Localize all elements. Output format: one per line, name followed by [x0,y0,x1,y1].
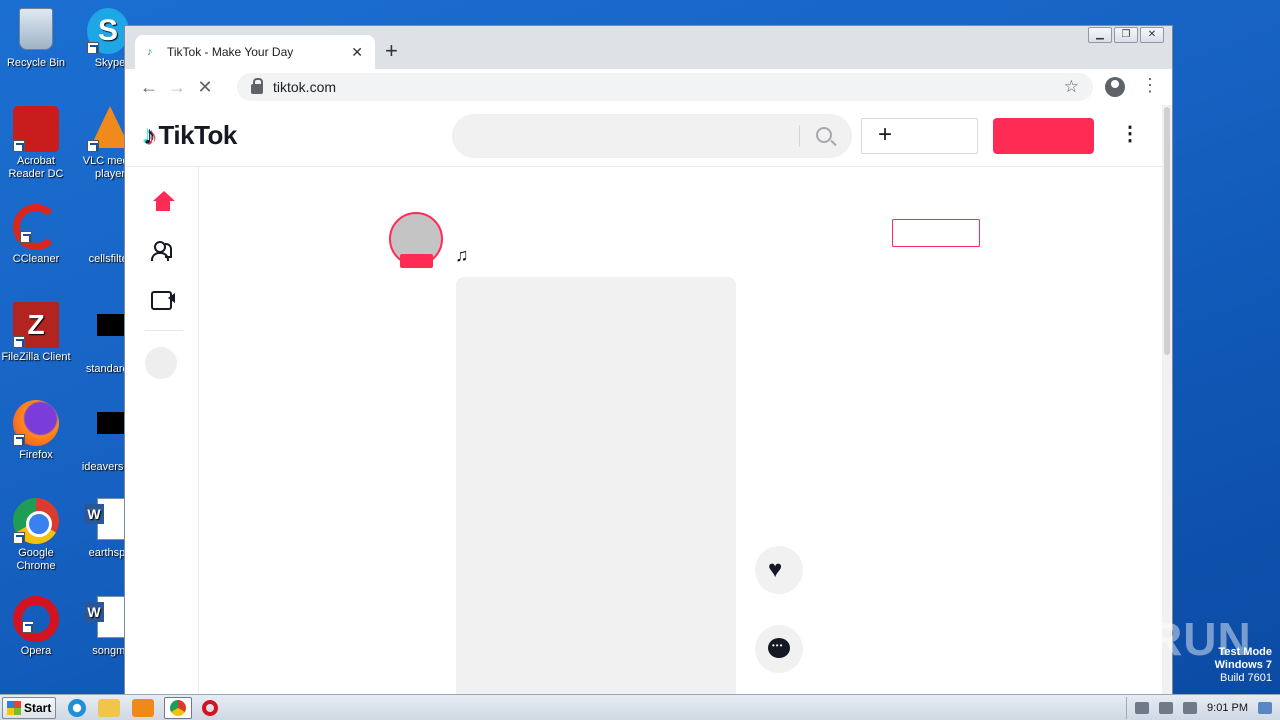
watermark-line: Test Mode [1218,646,1272,658]
restore-button[interactable]: ❐ [1114,27,1138,43]
comment-button[interactable] [755,625,803,673]
chrome-taskbar-button[interactable] [164,696,192,719]
close-window-button[interactable]: ✕ [1140,27,1164,43]
browser-tab[interactable]: ♪ TikTok - Make Your Day ✕ [135,35,375,69]
back-button[interactable]: ← [135,77,163,98]
video-player-placeholder[interactable] [456,277,736,695]
new-tab-button[interactable]: + [385,38,398,64]
desktop-icon-label: Google Chrome [16,547,56,572]
sidebar-divider [145,330,183,331]
action-center-flag-icon[interactable] [1183,702,1198,714]
opera-taskbar-icon[interactable] [202,699,218,716]
desktop-icon-label: Acrobat Reader DC [8,155,64,180]
scrollbar-thumb[interactable] [1164,107,1170,355]
watermark-line: Windows 7 [1214,659,1272,671]
acrobat-icon [13,106,59,152]
watermark-line: Build 7601 [1220,672,1272,684]
system-tray: 9:01 PM [1126,697,1280,719]
follow-button[interactable] [892,219,980,247]
bookmark-star-icon[interactable]: ☆ [1064,77,1079,97]
page-viewport: ♪ TikTok + ⋮ ♫ ♥ [125,105,1172,695]
desktop-icon-label: Recycle Bin [6,57,66,69]
tiktok-logo[interactable]: ♪ TikTok [143,120,237,151]
chrome-icon [170,699,186,716]
page-scrollbar[interactable] [1162,105,1172,695]
start-button[interactable]: Start [2,696,56,719]
minimize-button[interactable]: ▁ [1088,27,1112,43]
tiktok-note-icon: ♪ [143,120,156,150]
search-icon[interactable] [816,127,832,143]
tiktok-favicon-icon: ♪ [147,46,153,58]
browser-window: ▁ ❐ ✕ ♪ TikTok - Make Your Day ✕ + ← → ✕… [124,25,1173,695]
clock[interactable]: 9:01 PM [1207,702,1248,714]
plus-icon: + [878,121,893,148]
following-icon[interactable] [151,239,175,263]
file-explorer-icon[interactable] [98,698,120,717]
desktop-icon-recycle-bin[interactable]: Recycle Bin [0,8,72,70]
login-button[interactable] [993,118,1094,154]
search-divider [799,125,800,147]
address-bar[interactable]: tiktok.com ☆ [237,73,1093,101]
opera-icon [13,596,59,642]
windows-logo-icon [7,700,21,715]
window-controls: ▁ ❐ ✕ [1088,27,1164,43]
desktop-icon-label: CCleaner [12,253,60,265]
desktop-icon-filezilla[interactable]: Z FileZilla Client [0,302,72,364]
desktop-icon-ccleaner[interactable]: CCleaner [0,204,72,266]
upload-button[interactable]: + [861,118,978,154]
url-text[interactable]: tiktok.com [273,79,1064,95]
tiktok-sidebar [125,167,199,695]
live-video-icon[interactable] [151,287,175,311]
show-desktop-icon[interactable] [1258,702,1272,714]
close-tab-icon[interactable]: ✕ [351,44,363,61]
tiktok-logo-text: TikTok [158,120,238,150]
forward-button[interactable]: → [163,77,191,98]
ccleaner-icon [13,204,59,250]
browser-toolbar: ← → ✕ tiktok.com ☆ ⋮ [125,69,1172,105]
filezilla-icon: Z [13,302,59,348]
comment-icon [768,638,790,658]
recycle-bin-icon [13,8,59,54]
desktop-icon-opera[interactable]: Opera [0,596,72,658]
test-mode-watermark: Test Mode Windows 7 Build 7601 [1215,646,1272,685]
tab-title: TikTok - Make Your Day [167,45,294,59]
home-icon[interactable] [151,191,175,215]
volume-icon[interactable] [1135,702,1150,714]
live-badge [400,254,433,268]
stop-loading-button[interactable]: ✕ [191,77,219,98]
network-icon[interactable] [1159,702,1174,714]
internet-explorer-icon[interactable] [68,698,86,717]
more-options-icon[interactable]: ⋮ [1120,121,1140,146]
firefox-icon [13,400,59,446]
sidebar-avatar-placeholder [145,347,177,379]
heart-icon: ♥ [768,556,783,583]
like-button[interactable]: ♥ [755,546,803,594]
browser-menu-icon[interactable]: ⋮ [1141,75,1159,96]
desktop-icon-acrobat[interactable]: Acrobat Reader DC [0,106,72,181]
profile-icon[interactable] [1105,77,1125,97]
taskbar: Start 9:01 PM [0,694,1280,720]
music-note-icon[interactable]: ♫ [455,245,469,266]
search-input[interactable] [452,114,852,158]
desktop-icon-label: Firefox [19,449,53,461]
desktop-icon-label: Opera [20,645,52,657]
start-label: Start [24,700,52,715]
tiktok-header: ♪ TikTok + ⋮ [125,105,1162,167]
desktop-icon-chrome[interactable]: Google Chrome [0,498,72,573]
media-player-icon[interactable] [132,698,154,717]
lock-icon [251,78,263,94]
desktop-icon-firefox[interactable]: Firefox [0,400,72,462]
chrome-icon [13,498,59,544]
desktop-icon-label: FileZilla Client [1,351,71,363]
